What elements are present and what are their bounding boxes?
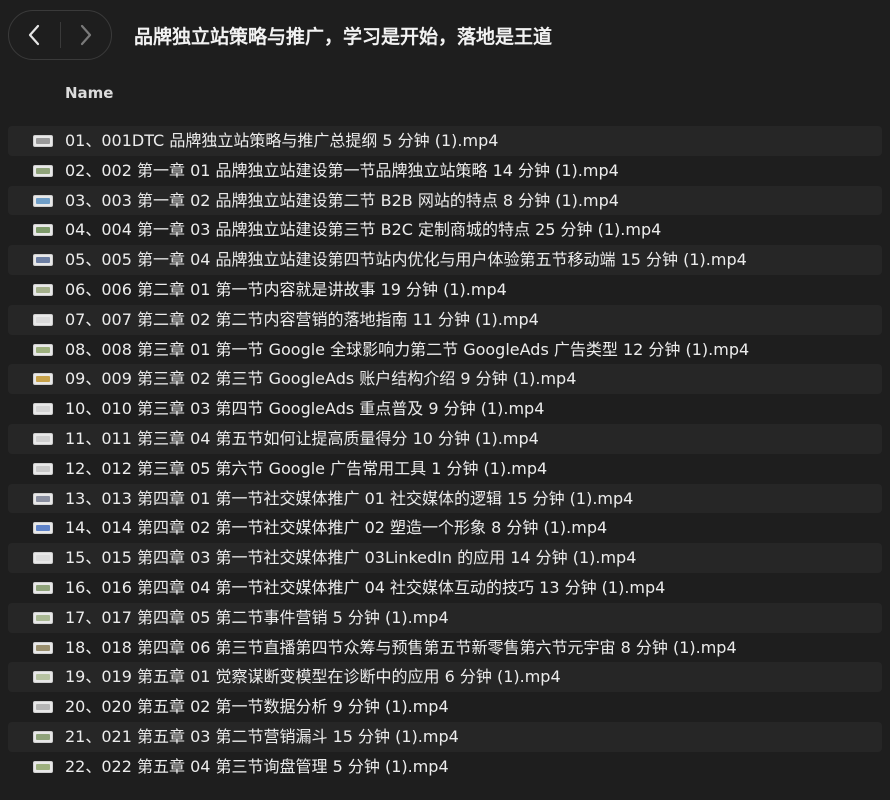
video-thumbnail	[36, 495, 50, 502]
video-file-icon	[33, 403, 53, 416]
video-thumbnail	[36, 167, 50, 174]
column-header-name[interactable]: Name	[65, 84, 113, 102]
video-thumbnail	[36, 525, 50, 532]
file-name: 15、015 第四章 03 第一节社交媒体推广 03LinkedIn 的应用 1…	[65, 548, 637, 568]
video-file-icon	[33, 552, 53, 565]
file-name: 16、016 第四章 04 第一节社交媒体推广 04 社交媒体互动的技巧 13 …	[65, 577, 666, 597]
video-thumbnail	[36, 197, 50, 204]
file-row[interactable]: 09、009 第三章 02 第三节 GoogleAds 账户结构介绍 9 分钟 …	[8, 364, 882, 395]
video-thumbnail	[36, 465, 50, 472]
video-thumbnail	[36, 316, 50, 323]
file-name: 03、003 第一章 02 品牌独立站建设第二节 B2B 网站的特点 8 分钟 …	[65, 190, 619, 210]
video-thumbnail	[36, 644, 50, 651]
video-file-icon	[33, 730, 53, 743]
video-thumbnail	[36, 555, 50, 562]
file-name: 20、020 第五章 02 第一节数据分析 9 分钟 (1).mp4	[65, 697, 449, 717]
video-file-icon	[33, 641, 53, 654]
file-name: 02、002 第一章 01 品牌独立站建设第一节品牌独立站策略 14 分钟 (1…	[65, 160, 619, 180]
window-title: 品牌独立站策略与推广，学习是开始，落地是王道	[134, 26, 553, 48]
file-row[interactable]: 13、013 第四章 01 第一节社交媒体推广 01 社交媒体的逻辑 15 分钟…	[8, 483, 882, 514]
file-name: 11、011 第三章 04 第五节如何让提高质量得分 10 分钟 (1).mp4	[65, 428, 539, 448]
video-file-icon	[33, 254, 53, 267]
video-thumbnail	[36, 257, 50, 264]
file-name: 05、005 第一章 04 品牌独立站建设第四节站内优化与用户体验第五节移动端 …	[65, 250, 747, 270]
file-row[interactable]: 05、005 第一章 04 品牌独立站建设第四节站内优化与用户体验第五节移动端 …	[8, 245, 882, 275]
video-file-icon	[33, 343, 53, 356]
file-row[interactable]: 12、012 第三章 05 第六节 Google 广告常用工具 1 分钟 (1)…	[8, 454, 882, 484]
file-row[interactable]: 03、003 第一章 02 品牌独立站建设第二节 B2B 网站的特点 8 分钟 …	[8, 185, 882, 216]
video-file-icon	[33, 462, 53, 475]
file-name: 08、008 第三章 01 第一节 Google 全球影响力第二节 Google…	[65, 339, 750, 359]
file-row[interactable]: 22、022 第五章 04 第三节询盘管理 5 分钟 (1).mp4	[8, 752, 882, 782]
video-file-icon	[33, 194, 53, 207]
video-file-icon	[33, 701, 53, 714]
video-thumbnail	[36, 763, 50, 770]
back-button[interactable]	[9, 11, 60, 59]
toolbar: 品牌独立站策略与推广，学习是开始，落地是王道	[0, 0, 890, 72]
video-thumbnail	[36, 406, 50, 413]
video-file-icon	[33, 373, 53, 386]
finder-window: 品牌独立站策略与推广，学习是开始，落地是王道 Name 01、001DTC 品牌…	[0, 0, 890, 800]
video-thumbnail	[36, 435, 50, 442]
file-name: 06、006 第二章 01 第一节内容就是讲故事 19 分钟 (1).mp4	[65, 279, 507, 299]
file-row[interactable]: 17、017 第四章 05 第二节事件营销 5 分钟 (1).mp4	[8, 602, 882, 633]
video-thumbnail	[36, 614, 50, 621]
video-file-icon	[33, 313, 53, 326]
video-file-icon	[33, 492, 53, 505]
file-row[interactable]: 02、002 第一章 01 品牌独立站建设第一节品牌独立站策略 14 分钟 (1…	[8, 156, 882, 186]
file-row[interactable]: 16、016 第四章 04 第一节社交媒体推广 04 社交媒体互动的技巧 13 …	[8, 573, 882, 603]
chevron-right-icon	[80, 24, 91, 46]
video-thumbnail	[36, 286, 50, 293]
file-name: 09、009 第三章 02 第三节 GoogleAds 账户结构介绍 9 分钟 …	[65, 369, 577, 389]
file-row[interactable]: 11、011 第三章 04 第五节如何让提高质量得分 10 分钟 (1).mp4	[8, 423, 882, 454]
file-list: 01、001DTC 品牌独立站策略与推广总提纲 5 分钟 (1).mp4 02、0…	[0, 126, 890, 782]
file-row[interactable]: 06、006 第二章 01 第一节内容就是讲故事 19 分钟 (1).mp4	[8, 275, 882, 305]
file-row[interactable]: 01、001DTC 品牌独立站策略与推广总提纲 5 分钟 (1).mp4	[8, 126, 882, 156]
video-file-icon	[33, 760, 53, 773]
video-file-icon	[33, 432, 53, 445]
video-thumbnail	[36, 733, 50, 740]
file-name: 21、021 第五章 03 第二节营销漏斗 15 分钟 (1).mp4	[65, 726, 459, 746]
file-name: 01、001DTC 品牌独立站策略与推广总提纲 5 分钟 (1).mp4	[65, 131, 499, 150]
file-row[interactable]: 15、015 第四章 03 第一节社交媒体推广 03LinkedIn 的应用 1…	[8, 543, 882, 573]
chevron-left-icon	[29, 24, 40, 46]
video-thumbnail	[36, 138, 50, 144]
video-thumbnail	[36, 376, 50, 383]
video-file-icon	[33, 522, 53, 535]
video-file-icon	[33, 135, 53, 147]
video-file-icon	[33, 611, 53, 624]
file-row[interactable]: 10、010 第三章 03 第四节 GoogleAds 重点普及 9 分钟 (1…	[8, 394, 882, 424]
file-row[interactable]: 04、004 第一章 03 品牌独立站建设第三节 B2C 定制商城的特点 25 …	[8, 215, 882, 245]
video-file-icon	[33, 283, 53, 296]
video-file-icon	[33, 164, 53, 177]
file-row[interactable]: 14、014 第四章 02 第一节社交媒体推广 02 塑造一个形象 8 分钟 (…	[8, 513, 882, 543]
file-name: 04、004 第一章 03 品牌独立站建设第三节 B2C 定制商城的特点 25 …	[65, 220, 662, 240]
file-row[interactable]: 19、019 第五章 01 觉察谋断变模型在诊断中的应用 6 分钟 (1).mp…	[8, 662, 882, 693]
file-name: 22、022 第五章 04 第三节询盘管理 5 分钟 (1).mp4	[65, 756, 449, 776]
video-file-icon	[33, 581, 53, 594]
file-name: 10、010 第三章 03 第四节 GoogleAds 重点普及 9 分钟 (1…	[65, 399, 545, 419]
video-file-icon	[33, 671, 53, 684]
video-thumbnail	[36, 346, 50, 353]
file-name: 19、019 第五章 01 觉察谋断变模型在诊断中的应用 6 分钟 (1).mp…	[65, 667, 561, 687]
video-file-icon	[33, 224, 53, 237]
video-thumbnail	[36, 704, 50, 711]
file-name: 13、013 第四章 01 第一节社交媒体推广 01 社交媒体的逻辑 15 分钟…	[65, 488, 634, 508]
navigation-buttons	[8, 10, 112, 60]
video-thumbnail	[36, 674, 50, 681]
file-row[interactable]: 18、018 第四章 06 第三节直播第四节众筹与预售第五节新零售第六节元宇宙 …	[8, 633, 882, 663]
file-name: 07、007 第二章 02 第二节内容营销的落地指南 11 分钟 (1).mp4	[65, 309, 539, 329]
video-thumbnail	[36, 584, 50, 591]
forward-button[interactable]	[60, 11, 111, 59]
file-name: 14、014 第四章 02 第一节社交媒体推广 02 塑造一个形象 8 分钟 (…	[65, 518, 608, 538]
video-thumbnail	[36, 227, 50, 234]
file-row[interactable]: 20、020 第五章 02 第一节数据分析 9 分钟 (1).mp4	[8, 692, 882, 722]
file-row[interactable]: 08、008 第三章 01 第一节 Google 全球影响力第二节 Google…	[8, 335, 882, 365]
file-row[interactable]: 07、007 第二章 02 第二节内容营销的落地指南 11 分钟 (1).mp4	[8, 304, 882, 335]
file-row[interactable]: 21、021 第五章 03 第二节营销漏斗 15 分钟 (1).mp4	[8, 721, 882, 752]
file-name: 18、018 第四章 06 第三节直播第四节众筹与预售第五节新零售第六节元宇宙 …	[65, 637, 737, 657]
file-name: 12、012 第三章 05 第六节 Google 广告常用工具 1 分钟 (1)…	[65, 458, 548, 478]
file-name: 17、017 第四章 05 第二节事件营销 5 分钟 (1).mp4	[65, 607, 449, 627]
